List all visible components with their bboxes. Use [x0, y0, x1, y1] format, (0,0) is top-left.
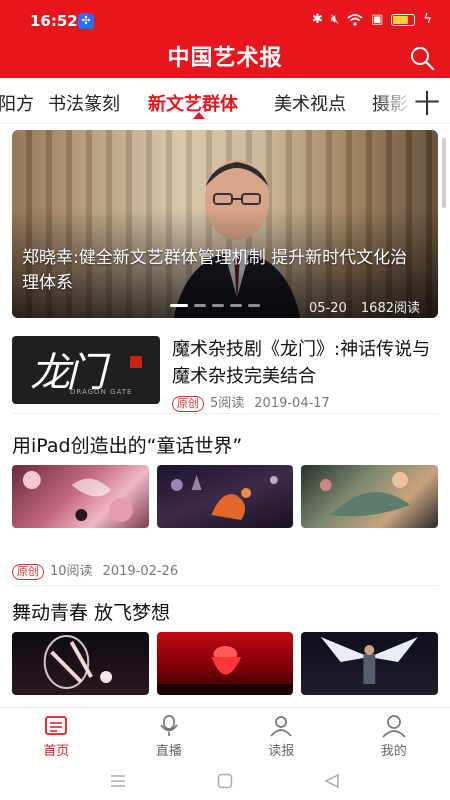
- nav-profile-label: 我的: [380, 744, 407, 759]
- nav-reader-label: 读报: [268, 744, 295, 759]
- pager-dot[interactable]: [194, 304, 206, 307]
- tab-category-3[interactable]: 美术视点: [274, 90, 346, 116]
- bottom-navigation: 首页 直播 读报 我的: [0, 707, 450, 763]
- status-bar: 16:52 ✣ ✱ 🔇︎ ▣ ϟ: [0, 0, 450, 42]
- nav-home[interactable]: 首页: [0, 708, 113, 763]
- article-title[interactable]: 魔术杂技剧《龙门》:神话传说与魔术杂技完美结合: [172, 336, 440, 390]
- article-title[interactable]: 用iPad创造出的“童话世界”: [12, 431, 438, 458]
- gallery-image[interactable]: [156, 632, 294, 695]
- search-icon[interactable]: [408, 44, 436, 72]
- nav-profile[interactable]: 我的: [338, 708, 450, 763]
- wifi-icon: [347, 13, 363, 26]
- banner-date: 05-20: [308, 301, 347, 316]
- bluetooth-icon: ✱: [312, 12, 323, 27]
- list-item[interactable]: 龙门 DRAGON GATE 魔术杂技剧《龙门》:神话传说与魔术杂技完美结合 原…: [12, 334, 438, 414]
- gallery-image[interactable]: [12, 465, 149, 528]
- original-badge: 原创: [172, 396, 204, 412]
- nav-live-label: 直播: [155, 744, 182, 759]
- status-icons: ✱ 🔇︎ ▣ ϟ: [312, 12, 432, 27]
- app-header: 16:52 ✣ ✱ 🔇︎ ▣ ϟ 中国艺术报: [0, 0, 450, 78]
- battery-icon: [391, 13, 416, 26]
- news-icon: [45, 716, 68, 735]
- banner-headline[interactable]: 郑晓幸:健全新文艺群体管理机制 提升新时代文化治理体系: [22, 246, 424, 296]
- back-icon[interactable]: [324, 773, 340, 789]
- banner-meta: 05-20 1682阅读: [309, 297, 420, 316]
- nav-reader[interactable]: 读报: [225, 708, 338, 763]
- article-meta: 原创 5阅读 2019-04-17: [172, 392, 340, 412]
- nav-home-label: 首页: [43, 744, 70, 759]
- menu-icon[interactable]: [110, 773, 126, 789]
- category-tabs: 阳方 书法篆刻 新文艺群体 美术视点 摄影 十: [0, 78, 450, 124]
- tab-category-0[interactable]: 阳方: [0, 90, 34, 116]
- article-date: 2019-04-17: [254, 396, 330, 411]
- notification-app-icon: ✣: [78, 13, 94, 29]
- gallery-image[interactable]: [301, 632, 439, 695]
- microphone-icon: [160, 715, 178, 736]
- system-navigation-bar: [0, 763, 450, 800]
- article-reads: 10阅读: [50, 564, 93, 579]
- pager-dot[interactable]: [230, 304, 242, 307]
- original-badge: 原创: [12, 564, 44, 580]
- pager-dot[interactable]: [248, 304, 260, 307]
- banner-reads: 1682阅读: [360, 301, 420, 316]
- nav-live[interactable]: 直播: [113, 708, 226, 763]
- mute-icon: 🔇︎: [330, 12, 340, 27]
- article-title[interactable]: 舞动青春 放飞梦想: [12, 598, 438, 625]
- more-tabs-button[interactable]: 十: [414, 84, 440, 121]
- charging-icon: ϟ: [423, 12, 432, 27]
- home-icon[interactable]: [217, 773, 233, 789]
- sim-icon: ▣: [371, 12, 384, 27]
- tab-category-1[interactable]: 书法篆刻: [48, 90, 120, 116]
- gallery-image[interactable]: [156, 465, 294, 528]
- profile-icon: [382, 715, 406, 738]
- pager-dot[interactable]: [212, 304, 224, 307]
- banner-pager: [170, 304, 260, 307]
- article-thumbnail: 龙门 DRAGON GATE: [12, 336, 160, 404]
- thumbnail-caption: DRAGON GATE: [70, 388, 133, 396]
- article-meta: 原创 10阅读 2019-02-26: [12, 560, 188, 580]
- divider: [12, 585, 438, 586]
- featured-banner[interactable]: 郑晓幸:健全新文艺群体管理机制 提升新时代文化治理体系 05-20 1682阅读: [12, 130, 438, 318]
- gallery-image[interactable]: [301, 465, 439, 528]
- image-gallery[interactable]: [12, 465, 439, 528]
- app-logo: 中国艺术报: [167, 45, 283, 71]
- article-date: 2019-02-26: [102, 564, 179, 579]
- pager-dot[interactable]: [170, 304, 188, 307]
- gallery-image[interactable]: [12, 632, 149, 695]
- reader-icon: [270, 716, 292, 737]
- scrollbar[interactable]: [442, 138, 446, 208]
- article-reads: 5阅读: [210, 396, 245, 411]
- status-time: 16:52: [30, 12, 78, 30]
- seal-mark: [130, 356, 142, 368]
- active-tab-indicator: [193, 112, 205, 119]
- image-gallery[interactable]: [12, 632, 439, 695]
- tab-fade: [374, 78, 414, 122]
